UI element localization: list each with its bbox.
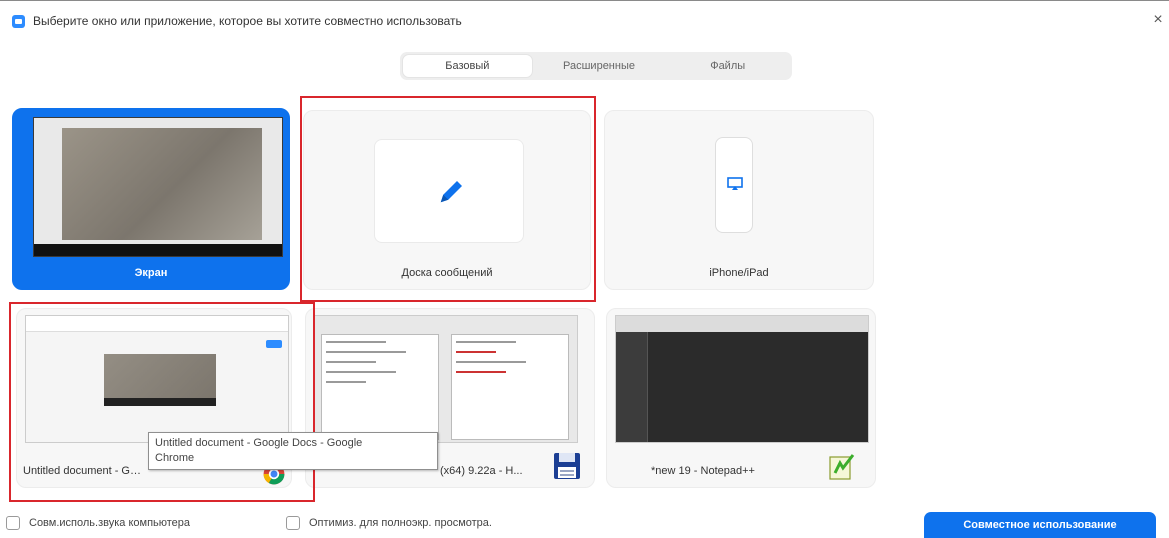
notepad-window-preview (615, 315, 869, 443)
tile-label: iPhone/iPad (709, 267, 769, 279)
share-audio-checkbox[interactable]: Совм.исполь.звука компьютера (6, 516, 190, 530)
tooltip-line: Untitled document - Google Docs - Google (155, 437, 363, 449)
highlight-frame-whiteboard (300, 96, 596, 302)
highlight-frame-docs (9, 302, 315, 502)
close-button[interactable]: × (1150, 11, 1166, 29)
tile-label: (x64) 9.22a - H... (440, 465, 523, 477)
window-title: Выберите окно или приложение, которое вы… (33, 14, 462, 28)
floppy-disk-icon (554, 453, 580, 479)
checkbox-box[interactable] (6, 516, 20, 530)
share-tile-iphone-ipad[interactable]: iPhone/iPad (604, 110, 874, 290)
checkbox-label: Оптимиз. для полноэкр. просмотра. (309, 517, 492, 529)
tooltip-line: Chrome (155, 452, 195, 464)
tile-label: Экран (134, 267, 168, 279)
window-title-tooltip: Untitled document - Google Docs - Google… (148, 432, 438, 470)
airplay-icon (727, 177, 743, 190)
tab-advanced[interactable]: Расширенные (535, 52, 664, 80)
file-manager-preview (314, 315, 578, 443)
optimize-video-checkbox[interactable]: Оптимиз. для полноэкр. просмотра. (286, 516, 492, 530)
title-bar: Выберите окно или приложение, которое вы… (0, 0, 1169, 40)
share-button[interactable]: Совместное использование (924, 512, 1156, 538)
zoom-app-icon (12, 15, 25, 28)
share-tile-screen[interactable]: Экран (12, 108, 290, 290)
phone-icon (715, 137, 753, 233)
checkbox-label: Совм.исполь.звука компьютера (29, 517, 191, 529)
tab-files[interactable]: Файлы (663, 52, 792, 80)
screen-preview (33, 117, 283, 257)
share-tile-notepad[interactable]: *new 19 - Notepad++ (606, 308, 876, 488)
tab-basic[interactable]: Базовый (402, 54, 533, 78)
share-tabs: Базовый Расширенные Файлы (400, 52, 792, 80)
checkbox-box[interactable] (286, 516, 300, 530)
notepad-plus-plus-icon (829, 454, 855, 480)
tile-label: *new 19 - Notepad++ (651, 465, 755, 477)
